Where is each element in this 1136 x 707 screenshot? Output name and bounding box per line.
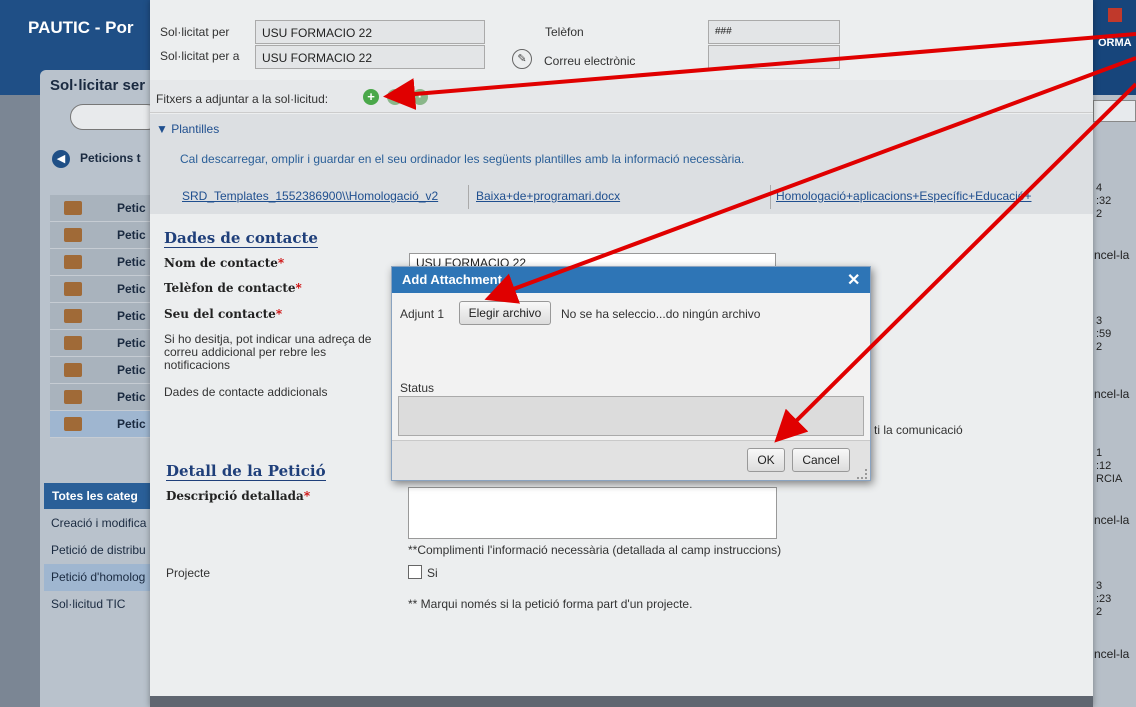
add-attachment-dialog: Add Attachment ✕ Adjunt 1 Elegir archivo… (391, 266, 871, 481)
briefcase-icon (64, 417, 82, 431)
ok-button[interactable]: OK (747, 448, 785, 472)
divider (468, 185, 469, 209)
email-field[interactable] (708, 45, 840, 69)
resize-handle[interactable] (857, 469, 867, 479)
request-summary: 3:59 2 (1096, 315, 1112, 353)
contact-section-title: Dades de contacte (164, 229, 318, 248)
template-link[interactable]: SRD_Templates_1552386900\\Homologació_v2 (182, 189, 438, 203)
category-item-selected[interactable]: Petició d'homolog (44, 564, 155, 591)
list-item[interactable]: Petic (50, 222, 155, 249)
phone-label: Telèfon (545, 25, 584, 39)
search-input[interactable] (70, 104, 160, 130)
templates-note: Cal descarregar, omplir i guardar en el … (180, 152, 745, 166)
dialog-titlebar: Add Attachment ✕ (392, 267, 870, 293)
phone-field[interactable]: ### (708, 20, 840, 44)
templates-toggle[interactable]: ▼ Plantilles (156, 122, 219, 136)
extra-contact-label: Dades de contacte addicionals (164, 385, 328, 399)
request-summary: 1:12 RCIA (1096, 447, 1123, 485)
project-checkbox[interactable] (408, 565, 422, 579)
side-panel-title: Sol·licitar ser (50, 77, 146, 94)
detail-section-title: Detall de la Petició (166, 462, 326, 481)
requested-for-field[interactable]: USU FORMACIO 22 (255, 45, 485, 69)
list-item[interactable]: Petic (50, 195, 155, 222)
list-item[interactable]: Petic (50, 357, 155, 384)
extra-email-note: Si ho desitja, pot indicar una adreça de… (164, 332, 372, 372)
status-field (398, 396, 864, 436)
cancel-link[interactable]: ncel-la (1094, 248, 1129, 262)
briefcase-icon (64, 336, 82, 350)
right-tab[interactable]: ORMA (1098, 37, 1132, 49)
back-arrow-icon[interactable]: ◀ (52, 150, 70, 168)
back-label[interactable]: Peticions t (80, 151, 141, 165)
list-item[interactable]: Petic (50, 384, 155, 411)
portal-brand: PAUTIC - Por (28, 18, 134, 37)
detail-description-label: Descripció detallada* (166, 489, 311, 503)
attachment-action-icon[interactable]: · (412, 89, 428, 105)
list-item[interactable]: Petic (50, 276, 155, 303)
project-checkbox-label: Si (427, 566, 438, 580)
cancel-link[interactable]: ncel-la (1094, 513, 1129, 527)
no-file-text: No se ha seleccio...do ningún archivo (561, 307, 761, 321)
dialog-footer: OK Cancel (392, 440, 870, 480)
add-attachment-icon[interactable]: + (363, 89, 379, 105)
status-label: Status (400, 381, 435, 395)
briefcase-icon (64, 255, 82, 269)
project-label: Projecte (166, 566, 211, 580)
attachment-action-icon[interactable]: − (387, 89, 403, 105)
briefcase-icon (64, 390, 82, 404)
divider (770, 185, 771, 209)
requested-for-label: Sol·licitat per a (160, 49, 240, 63)
list-item[interactable]: Petic (50, 303, 155, 330)
email-label: Correu electrònic (544, 54, 636, 68)
dialog-title: Add Attachment (402, 272, 502, 287)
file-label: Adjunt 1 (400, 307, 445, 321)
detail-hint: **Complimenti l'informació necessària (d… (408, 543, 782, 557)
communication-text: ti la comunicació (874, 423, 963, 437)
briefcase-icon (64, 282, 82, 296)
requested-by-label: Sol·licitat per (160, 25, 230, 39)
list-item[interactable]: Petic (50, 249, 155, 276)
choose-file-button[interactable]: Elegir archivo (459, 301, 551, 325)
user-icon[interactable] (1108, 8, 1122, 22)
template-links: SRD_Templates_1552386900\\Homologació_v2… (173, 185, 1093, 209)
right-select[interactable] (1093, 100, 1136, 122)
request-summary: 4:32 2 (1096, 182, 1112, 220)
cancel-link[interactable]: ncel-la (1094, 387, 1129, 401)
cancel-button[interactable]: Cancel (792, 448, 850, 472)
category-item[interactable]: Creació i modifica (44, 510, 155, 537)
project-hint: ** Marqui només si la petició forma part… (408, 597, 693, 611)
requested-by-field[interactable]: USU FORMACIO 22 (255, 20, 485, 44)
briefcase-icon (64, 201, 82, 215)
contact-phone-label: Telèfon de contacte* (164, 281, 302, 295)
category-item[interactable]: Sol·licitud TIC (44, 591, 155, 618)
categories-header: Totes les categ (44, 483, 155, 509)
attachments-label: Fitxers a adjuntar a la sol·licitud: (156, 92, 329, 106)
template-link[interactable]: Homologació+aplicacions+Específic+Educac… (776, 189, 1032, 203)
template-link[interactable]: Baixa+de+programari.docx (476, 189, 620, 203)
briefcase-icon (64, 228, 82, 242)
category-item[interactable]: Petició de distribu (44, 537, 155, 564)
close-icon[interactable]: ✕ (847, 270, 860, 290)
briefcase-icon (64, 363, 82, 377)
form-bottom-edge (150, 696, 1093, 707)
edit-icon[interactable]: ✎ (512, 49, 532, 69)
detail-description-field[interactable] (408, 487, 777, 539)
contact-site-label: Seu del contacte* (164, 307, 283, 321)
contact-name-label: Nom de contacte* (164, 256, 285, 270)
cancel-link[interactable]: ncel-la (1094, 647, 1129, 661)
list-item[interactable]: Petic (50, 330, 155, 357)
list-item-selected[interactable]: Petic (50, 411, 155, 438)
briefcase-icon (64, 309, 82, 323)
request-summary: 3:23 2 (1096, 580, 1112, 618)
